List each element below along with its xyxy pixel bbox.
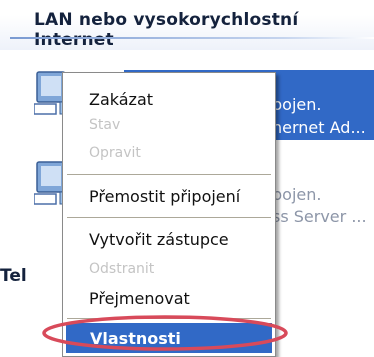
menu-item-bridge-connections[interactable]: Přemostit připojení [89,187,240,206]
menu-separator [67,318,271,319]
group-header-lan: LAN nebo vysokorychlostní Internet [0,0,374,50]
menu-separator [67,217,271,218]
menu-separator [67,174,271,175]
menu-item-properties-label: Vlastnosti [90,329,181,348]
context-menu: Zakázat Stav Opravit Přemostit připojení… [62,72,276,357]
menu-item-rename[interactable]: Přejmenovat [89,289,190,308]
group-title: LAN nebo vysokorychlostní Internet [34,10,299,50]
connection-1-status: pojen. [272,95,322,114]
connection-2-status: pojen. [272,185,322,204]
connection-2-device: ss Server ... [272,207,367,226]
menu-item-create-shortcut[interactable]: Vytvořit zástupce [89,230,229,249]
menu-item-status: Stav [89,117,121,133]
menu-item-delete: Odstranit [89,261,155,277]
menu-item-properties[interactable]: Vlastnosti [66,323,272,353]
section-title-fragment: Tel [0,266,27,286]
menu-item-disable[interactable]: Zakázat [89,90,153,109]
menu-item-repair: Opravit [89,145,141,161]
connection-1-device: hernet Ad... [272,118,366,137]
group-divider [10,37,374,39]
